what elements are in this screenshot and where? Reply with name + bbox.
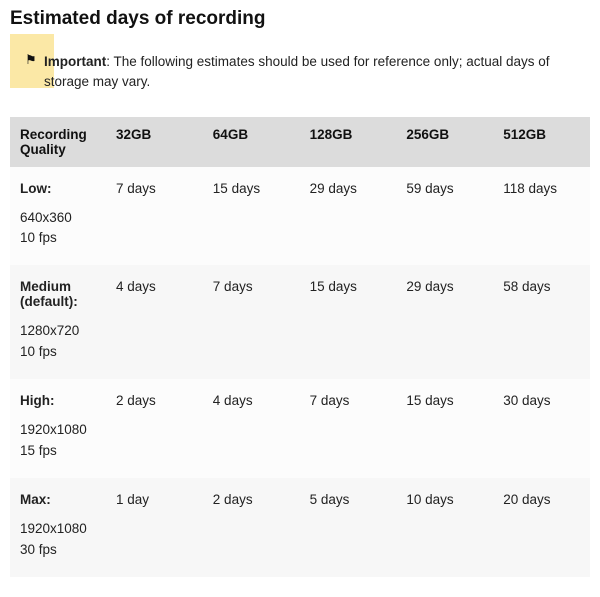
quality-res: 1280x720 [20,321,98,342]
quality-name: High: [20,393,98,408]
cell-value: 4 days [203,379,300,478]
flag-icon: ⚑ [25,53,37,66]
quality-name: Max: [20,492,98,507]
cell-value: 1 day [106,478,203,577]
important-callout: ⚑ Important: The following estimates sho… [10,44,590,103]
quality-res: 640x360 [20,208,98,229]
quality-fps: 30 fps [20,540,98,561]
table-row: High: 1920x1080 15 fps 2 days 4 days 7 d… [10,379,590,478]
col-header-256gb: 256GB [396,117,493,167]
cell-value: 7 days [106,167,203,266]
cell-value: 20 days [493,478,590,577]
table-row: Max: 1920x1080 30 fps 1 day 2 days 5 day… [10,478,590,577]
col-header-32gb: 32GB [106,117,203,167]
quality-fps: 15 fps [20,441,98,462]
recording-estimates-table: Recording Quality 32GB 64GB 128GB 256GB … [10,117,590,577]
quality-name: Low: [20,181,98,196]
quality-res: 1920x1080 [20,519,98,540]
cell-value: 7 days [203,265,300,379]
quality-fps: 10 fps [20,228,98,249]
table-row: Low: 640x360 10 fps 7 days 15 days 29 da… [10,167,590,266]
cell-value: 58 days [493,265,590,379]
table-header-row: Recording Quality 32GB 64GB 128GB 256GB … [10,117,590,167]
col-header-quality: Recording Quality [10,117,106,167]
cell-value: 118 days [493,167,590,266]
cell-value: 4 days [106,265,203,379]
col-header-512gb: 512GB [493,117,590,167]
cell-value: 29 days [300,167,397,266]
cell-value: 2 days [106,379,203,478]
cell-value: 59 days [396,167,493,266]
col-header-128gb: 128GB [300,117,397,167]
cell-value: 29 days [396,265,493,379]
quality-name: Medium (default): [20,279,98,309]
cell-value: 10 days [396,478,493,577]
cell-value: 15 days [203,167,300,266]
cell-value: 7 days [300,379,397,478]
page-title: Estimated days of recording [10,8,590,30]
cell-value: 15 days [300,265,397,379]
quality-res: 1920x1080 [20,420,98,441]
cell-value: 30 days [493,379,590,478]
callout-body: : The following estimates should be used… [44,54,550,89]
table-row: Medium (default): 1280x720 10 fps 4 days… [10,265,590,379]
quality-fps: 10 fps [20,342,98,363]
col-header-64gb: 64GB [203,117,300,167]
cell-value: 2 days [203,478,300,577]
table-body: Low: 640x360 10 fps 7 days 15 days 29 da… [10,167,590,577]
cell-value: 5 days [300,478,397,577]
cell-value: 15 days [396,379,493,478]
callout-label: Important [44,54,106,69]
